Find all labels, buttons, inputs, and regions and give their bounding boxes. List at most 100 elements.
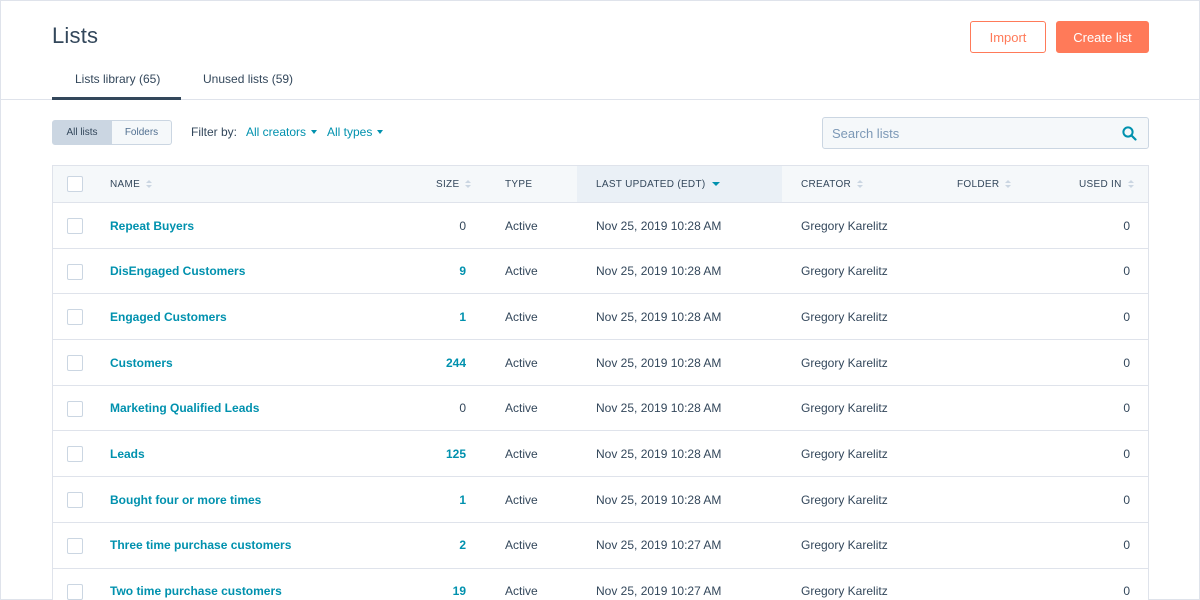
- column-header-used-in[interactable]: USED IN: [1079, 166, 1134, 202]
- list-last-updated: Nov 25, 2019 10:28 AM: [596, 218, 722, 233]
- list-size: 0: [459, 218, 466, 233]
- sort-icon: [1005, 180, 1012, 188]
- list-creator: Gregory Karelitz: [801, 584, 888, 598]
- list-type: Active: [505, 492, 538, 507]
- list-last-updated: Nov 25, 2019 10:27 AM: [596, 538, 722, 553]
- active-tab-indicator: [52, 97, 181, 100]
- create-list-button[interactable]: Create list: [1056, 21, 1149, 53]
- column-header-type: TYPE: [505, 166, 532, 202]
- list-name-link[interactable]: Three time purchase customers: [110, 523, 291, 568]
- list-type: Active: [505, 538, 538, 553]
- table-row: Leads 125 Active Nov 25, 2019 10:28 AM G…: [53, 431, 1148, 478]
- list-used-in: 0: [1123, 446, 1130, 461]
- types-dropdown-label: All types: [327, 125, 373, 139]
- page-title: Lists: [52, 23, 99, 48]
- list-used-in: 0: [1123, 492, 1130, 507]
- list-size-link[interactable]: 244: [446, 340, 466, 385]
- sort-icon: [857, 180, 864, 188]
- table-row: Repeat Buyers 0 Active Nov 25, 2019 10:2…: [53, 203, 1148, 249]
- row-checkbox[interactable]: [67, 446, 83, 463]
- column-header-last-updated[interactable]: LAST UPDATED (EDT): [577, 166, 782, 202]
- list-size-link[interactable]: 125: [446, 431, 466, 476]
- list-name-link[interactable]: Two time purchase customers: [110, 569, 282, 600]
- row-checkbox[interactable]: [67, 309, 83, 326]
- list-type: Active: [505, 355, 538, 370]
- sort-icon: [465, 180, 472, 188]
- list-creator: Gregory Karelitz: [801, 218, 888, 233]
- row-checkbox[interactable]: [67, 218, 83, 234]
- list-last-updated: Nov 25, 2019 10:27 AM: [596, 584, 722, 598]
- table-row: DisEngaged Customers 9 Active Nov 25, 20…: [53, 248, 1148, 295]
- table-row: Customers 244 Active Nov 25, 2019 10:28 …: [53, 340, 1148, 386]
- table-header: NAME SIZE TYPE LAST UPDATED (EDT) CREATO…: [53, 166, 1148, 203]
- table-row: Two time purchase customers 19 Active No…: [53, 568, 1148, 600]
- row-checkbox[interactable]: [67, 537, 83, 554]
- list-creator: Gregory Karelitz: [801, 401, 888, 416]
- list-type: Active: [505, 584, 538, 598]
- list-used-in: 0: [1123, 584, 1130, 598]
- column-header-size[interactable]: SIZE: [436, 166, 472, 202]
- list-creator: Gregory Karelitz: [801, 538, 888, 553]
- list-name-link[interactable]: Engaged Customers: [110, 294, 227, 339]
- column-header-folder-label: FOLDER: [957, 178, 1000, 190]
- list-size-link[interactable]: 1: [459, 477, 466, 522]
- filter-label: Filter by:: [191, 125, 238, 139]
- view-toggle: All lists Folders: [52, 120, 172, 145]
- list-last-updated: Nov 25, 2019 10:28 AM: [596, 309, 722, 324]
- column-header-folder[interactable]: FOLDER: [957, 166, 1012, 202]
- list-used-in: 0: [1123, 355, 1130, 370]
- list-name-link[interactable]: Marketing Qualified Leads: [110, 386, 259, 431]
- chevron-down-icon: [377, 130, 384, 134]
- all-lists-toggle[interactable]: All lists: [52, 120, 112, 145]
- column-header-last-updated-label: LAST UPDATED (EDT): [596, 178, 706, 190]
- column-header-size-label: SIZE: [436, 178, 460, 190]
- table-row: Three time purchase customers 2 Active N…: [53, 522, 1148, 569]
- column-header-name-label: NAME: [110, 178, 141, 190]
- row-checkbox[interactable]: [67, 492, 83, 509]
- list-size-link[interactable]: 2: [459, 523, 466, 568]
- list-last-updated: Nov 25, 2019 10:28 AM: [596, 446, 722, 461]
- list-name-link[interactable]: Bought four or more times: [110, 477, 261, 522]
- list-name-link[interactable]: Leads: [110, 431, 145, 476]
- row-checkbox[interactable]: [67, 263, 83, 280]
- creators-dropdown[interactable]: All creators: [246, 125, 318, 139]
- table-row: Marketing Qualified Leads 0 Active Nov 2…: [53, 385, 1148, 432]
- chevron-down-icon: [311, 130, 318, 134]
- tab-lists-library[interactable]: Lists library (65): [75, 72, 160, 86]
- tab-bar: Lists library (65) Unused lists (59): [1, 61, 1199, 100]
- list-name-link[interactable]: Customers: [110, 340, 173, 385]
- list-used-in: 0: [1123, 401, 1130, 416]
- list-creator: Gregory Karelitz: [801, 309, 888, 324]
- select-all-checkbox[interactable]: [67, 176, 83, 192]
- list-type: Active: [505, 446, 538, 461]
- folders-toggle[interactable]: Folders: [112, 120, 172, 145]
- column-header-creator-label: CREATOR: [801, 178, 852, 190]
- row-checkbox[interactable]: [67, 583, 83, 600]
- sort-icon: [1127, 180, 1134, 188]
- list-size-link[interactable]: 1: [459, 294, 466, 339]
- list-name-link[interactable]: DisEngaged Customers: [110, 249, 245, 294]
- list-size-link[interactable]: 9: [459, 249, 466, 294]
- list-last-updated: Nov 25, 2019 10:28 AM: [596, 492, 722, 507]
- row-checkbox[interactable]: [67, 355, 83, 372]
- column-header-name[interactable]: NAME: [110, 166, 153, 202]
- tab-unused-lists[interactable]: Unused lists (59): [203, 72, 293, 86]
- search-icon[interactable]: [1122, 126, 1137, 146]
- column-header-used-in-label: USED IN: [1079, 178, 1122, 190]
- list-type: Active: [505, 401, 538, 416]
- list-used-in: 0: [1123, 218, 1130, 233]
- types-dropdown[interactable]: All types: [327, 125, 384, 139]
- list-name-link[interactable]: Repeat Buyers: [110, 203, 194, 248]
- list-last-updated: Nov 25, 2019 10:28 AM: [596, 401, 722, 416]
- list-creator: Gregory Karelitz: [801, 446, 888, 461]
- row-checkbox[interactable]: [67, 400, 83, 417]
- sort-icon: [711, 182, 720, 186]
- search-input[interactable]: [823, 118, 1113, 148]
- list-creator: Gregory Karelitz: [801, 355, 888, 370]
- list-size-link[interactable]: 19: [453, 569, 466, 600]
- list-type: Active: [505, 264, 538, 279]
- import-button[interactable]: Import: [970, 21, 1046, 53]
- column-header-creator[interactable]: CREATOR: [801, 166, 864, 202]
- column-header-type-label: TYPE: [505, 178, 533, 190]
- list-used-in: 0: [1123, 538, 1130, 553]
